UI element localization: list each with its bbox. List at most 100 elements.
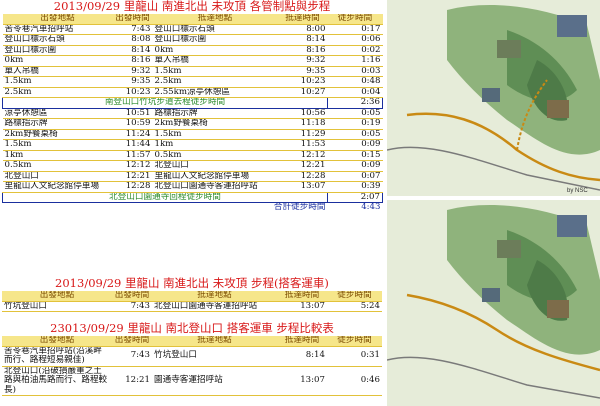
depart-place: 登山口標示圍: [2, 45, 113, 56]
header-row: 出發地點 出發時間 抵達地點 抵達時間 徒步時間: [2, 14, 383, 25]
depart-time: 10:59: [112, 118, 153, 130]
depart-time: 12:28: [112, 181, 153, 193]
depart-place: 里龍山人文紀念館停車場: [2, 181, 113, 193]
depart-place: 涼亭休憩區: [2, 108, 113, 119]
arrive-place: 2.55km涼亭休憩區: [152, 87, 278, 98]
total-label: 合計徒步時間: [273, 202, 326, 213]
arrive-place: 北登山口園通寺客運招呼站: [152, 181, 278, 193]
total-row: 合計徒步時間 4:43: [3, 203, 383, 213]
column-header: 徒步時間: [327, 336, 382, 347]
walk-time: 0:07: [327, 171, 383, 182]
column-header: 出發地點: [2, 14, 113, 25]
trail-map-bottom: [387, 200, 600, 406]
depart-place: 竹坑登山口: [2, 301, 112, 312]
depart-time: 7:43: [112, 301, 152, 312]
depart-place: 1.5km: [2, 76, 113, 88]
table-row: 竹坑登山口 7:43 北登山口園通寺客運招呼站 13:07 5:24: [2, 301, 382, 312]
depart-place: 1km: [2, 150, 113, 161]
depart-time: 8:16: [112, 55, 153, 67]
walk-time: 0:05: [327, 108, 383, 119]
column-header: 徒步時間: [327, 291, 382, 302]
subtotal-row-south: 南登山口竹坑步道去程徒步時間 2:36: [2, 97, 383, 109]
arrive-time: 8:16: [277, 45, 328, 56]
arrive-time: 11:18: [277, 118, 328, 130]
map-credit: by NSC: [567, 188, 588, 194]
depart-place: 2km野餐桌椅: [2, 129, 113, 140]
table-row: 登山口標示石頭 8:08 登山口標示圍 8:14 0:06: [2, 34, 383, 46]
table-row: 登山口標示圍 8:14 0km 8:16 0:02: [2, 45, 383, 56]
depart-time: 12:21: [112, 366, 152, 396]
walk-time: 0:02: [327, 45, 383, 56]
depart-time: 9:35: [112, 76, 153, 88]
arrive-time: 13:07: [277, 366, 327, 396]
subtotal-row-north: 北登山口園通寺回程徒步時間 2:07: [2, 191, 383, 203]
walk-time: 0:05: [327, 129, 383, 140]
arrive-place: 路標指示牌: [152, 108, 278, 119]
depart-time: 8:08: [112, 34, 153, 46]
arrive-place: 北登山口園通寺客運招呼站: [152, 301, 277, 312]
arrive-time: 9:35: [277, 66, 328, 77]
table-row: 北登山口 12:21 里龍山人文紀念館停車場 12:28 0:07: [2, 171, 383, 182]
depart-place: 登山口標示石頭: [2, 34, 113, 46]
arrive-time: 9:32: [277, 55, 328, 67]
column-header: 徒步時間: [327, 14, 383, 25]
walk-time: 0:09: [327, 139, 383, 151]
table-bus: 出發地點 出發時間 抵達地點 抵達時間 徒步時間 竹坑登山口 7:43 北登山口園通寺客運招呼…: [2, 291, 382, 312]
walk-time: 0:19: [327, 118, 383, 130]
column-header: 出發時間: [112, 291, 152, 302]
header-row: 出發地點 出發時間 抵達地點 抵達時間 徒步時間: [2, 336, 382, 347]
arrive-time: 12:21: [277, 160, 328, 172]
depart-time: 12:12: [112, 160, 153, 172]
depart-time: 8:14: [112, 45, 153, 56]
walk-time: 0:15: [327, 150, 383, 161]
depart-time: 11:24: [112, 129, 153, 140]
table-row: 1km 11:57 0.5km 12:12 0:15: [2, 150, 383, 161]
depart-place: 單人吊橋: [2, 66, 113, 77]
depart-place: 0.5km: [2, 160, 113, 172]
column-header: 抵達時間: [277, 14, 328, 25]
column-header: 抵達時間: [277, 336, 327, 347]
table-row: 里龍山人文紀念館停車場 12:28 北登山口園通寺客運招呼站 13:07 0:39: [2, 181, 383, 193]
subtotal-time: 2:07: [327, 191, 383, 203]
arrive-time: 8:14: [277, 346, 327, 367]
depart-place: 2.5km: [2, 87, 113, 98]
depart-place: 1.5km: [2, 139, 113, 151]
table-compare: 出發地點 出發時間 抵達地點 抵達時間 徒步時間 苦苓巷汽車招呼站(沿溪畔而行、路程短易親…: [2, 336, 382, 396]
total-time: 4:43: [361, 202, 381, 213]
arrive-time: 8:00: [277, 24, 328, 35]
arrive-place: 里龍山人文紀念館停車場: [152, 171, 278, 182]
column-header: 抵達時間: [277, 291, 327, 302]
walk-time: 0:31: [327, 346, 382, 367]
walk-time: 0:04: [327, 87, 383, 98]
arrive-place: 2km野餐桌椅: [152, 118, 278, 130]
table-row: 北登山口(沿破損嚴重之土路與柏油馬路而行、路程較長) 12:21 園通寺客運招呼站 1…: [2, 366, 382, 396]
table-row: 2.5km 10:23 2.55km涼亭休憩區 10:27 0:04: [2, 87, 383, 98]
arrive-place: 園通寺客運招呼站: [152, 366, 277, 396]
arrive-time: 12:28: [277, 171, 328, 182]
column-header: 出發地點: [2, 336, 112, 347]
walk-time: 0:48: [327, 76, 383, 88]
depart-time: 10:51: [112, 108, 153, 119]
walk-time: 0:03: [327, 66, 383, 77]
arrive-place: 竹坑登山口: [152, 346, 277, 367]
table-row: 0km 8:16 單人吊橋 9:32 1:16: [2, 55, 383, 67]
title-compare: 23013/09/29 里龍山 南北登山口 搭客運車 步程比較表: [50, 321, 334, 335]
walk-time: 5:24: [327, 301, 382, 312]
arrive-place: 登山口標示圍: [152, 34, 278, 46]
walk-time: 0:09: [327, 160, 383, 172]
depart-place: 北登山口(沿破損嚴重之土路與柏油馬路而行、路程較長): [2, 366, 112, 396]
column-header: 抵達地點: [152, 336, 277, 347]
depart-time: 9:32: [112, 66, 153, 77]
arrive-place: 單人吊橋: [152, 55, 278, 67]
trail-map-top: by NSC: [387, 0, 600, 196]
depart-place: 0km: [2, 55, 113, 67]
depart-time: 11:44: [112, 139, 153, 151]
arrive-time: 13:07: [277, 301, 327, 312]
depart-place: 苦苓巷汽車招呼站(沿溪畔而行、路程短易親佳): [2, 346, 112, 367]
walk-time: 0:39: [327, 181, 383, 193]
arrive-place: 1.5km: [152, 129, 278, 140]
depart-time: 7:43: [112, 346, 152, 367]
arrive-time: 8:14: [277, 34, 328, 46]
title-bus: 2013/09/29 里龍山 南進北出 未攻頂 步程(搭客運車): [55, 276, 329, 290]
arrive-time: 10:56: [277, 108, 328, 119]
